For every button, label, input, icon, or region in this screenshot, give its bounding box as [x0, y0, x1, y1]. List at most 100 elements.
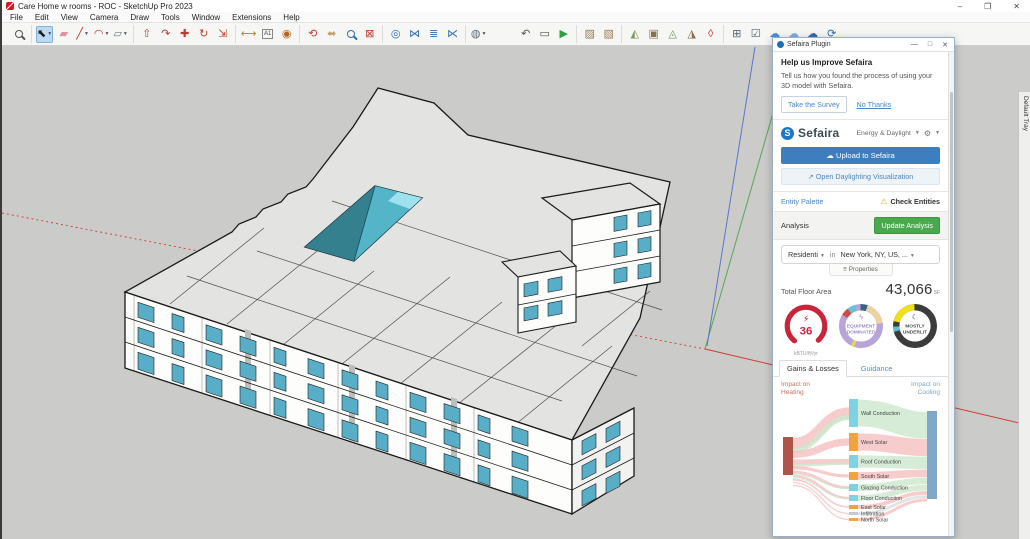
window[interactable]: [614, 241, 627, 257]
model-check-icon[interactable]: ☑: [747, 26, 764, 43]
menu-view[interactable]: View: [61, 13, 78, 22]
pan-tool-icon[interactable]: ⬌: [323, 26, 340, 43]
menu-help[interactable]: Help: [283, 13, 299, 22]
window[interactable]: [172, 364, 184, 385]
menu-file[interactable]: File: [10, 13, 23, 22]
layers-stack-tool-icon[interactable]: ≣: [425, 26, 442, 43]
sankey-node[interactable]: [849, 433, 858, 451]
user-account-icon[interactable]: ◍▼: [470, 26, 487, 43]
take-survey-button[interactable]: Take the Survey: [781, 96, 847, 113]
sankey-node[interactable]: [849, 399, 858, 427]
run-analysis-icon[interactable]: ▶: [555, 26, 572, 43]
window[interactable]: [548, 277, 562, 293]
sandbox-add-detail-icon[interactable]: ◮: [683, 26, 700, 43]
no-thanks-link[interactable]: No Thanks: [857, 100, 892, 109]
push-pull-tool-icon[interactable]: ⇧: [138, 26, 155, 43]
orbit-tool-icon[interactable]: ⟲: [304, 26, 321, 43]
rectangle-tool-icon[interactable]: ▱▼: [112, 26, 129, 43]
minimize-button[interactable]: –: [958, 2, 962, 11]
window[interactable]: [524, 305, 538, 321]
sandbox-drape-icon[interactable]: ◬: [664, 26, 681, 43]
building-type-dropdown[interactable]: Residenti ▼: [788, 250, 825, 259]
performance-gauges: ⚡36kBTU/ft²/yrϟEQUIPMENTDOMINATED☾MOSTLY…: [773, 300, 948, 357]
update-analysis-button[interactable]: Update Analysis: [874, 217, 940, 234]
menu-extensions[interactable]: Extensions: [232, 13, 271, 22]
dialog-window-icon[interactable]: ▭: [536, 26, 553, 43]
paint-bucket-tool-icon[interactable]: ◉: [278, 26, 295, 43]
lightning-icon: ⚡: [803, 313, 810, 324]
rotate-tool-icon[interactable]: ↻: [195, 26, 212, 43]
menu-draw[interactable]: Draw: [130, 13, 149, 22]
menu-tools[interactable]: Tools: [161, 13, 180, 22]
tab-guidance[interactable]: Guidance: [861, 361, 893, 376]
window[interactable]: [478, 465, 490, 486]
panel-scrollbar-thumb[interactable]: [950, 92, 953, 332]
text-tool-icon[interactable]: A1: [259, 26, 276, 43]
sankey-node[interactable]: [849, 495, 858, 501]
entity-palette-link[interactable]: Entity Palette: [781, 197, 823, 206]
section-plane-tool-icon[interactable]: ⋈: [406, 26, 423, 43]
location-dropdown[interactable]: New York, NY, US, ... ▼: [841, 250, 915, 259]
line-tool-icon[interactable]: ╱▼: [74, 26, 91, 43]
window[interactable]: [274, 397, 286, 418]
panel-maximize-button[interactable]: □: [928, 41, 932, 49]
sandbox-from-scratch-icon[interactable]: ▧: [600, 26, 617, 43]
window[interactable]: [638, 211, 651, 227]
window[interactable]: [524, 281, 538, 297]
sandbox-stamp-icon[interactable]: ▣: [645, 26, 662, 43]
section-fill-tool-icon[interactable]: ⋉: [444, 26, 461, 43]
svg-text:EQUIPMENT: EQUIPMENT: [846, 324, 875, 330]
select-tool-icon[interactable]: ⬉▼: [36, 26, 53, 43]
sefaira-panel-titlebar[interactable]: Sefaira Plugin — □ ✕: [773, 38, 954, 52]
follow-me-tool-icon[interactable]: ↷: [157, 26, 174, 43]
sankey-node[interactable]: [849, 505, 858, 509]
window[interactable]: [376, 431, 388, 452]
default-tray-tab[interactable]: Default Tray: [1018, 92, 1030, 539]
svg-text:DOMINATED: DOMINATED: [846, 330, 875, 336]
panel-scrollbar[interactable]: [948, 52, 954, 536]
sankey-node[interactable]: [849, 455, 858, 468]
maximize-button[interactable]: ❐: [984, 2, 991, 11]
scale-tool-icon[interactable]: ⇲: [214, 26, 231, 43]
undo-icon[interactable]: ↶: [517, 26, 534, 43]
upload-to-sefaira-button[interactable]: ☁ Upload to Sefaira: [781, 147, 940, 164]
zoom-extents-tool-icon[interactable]: ⊠: [361, 26, 378, 43]
sankey-node[interactable]: [849, 518, 858, 521]
sankey-node[interactable]: [849, 484, 858, 491]
menu-edit[interactable]: Edit: [35, 13, 49, 22]
window[interactable]: [638, 263, 651, 279]
gear-icon[interactable]: ⚙: [924, 129, 931, 138]
arc-tool-icon[interactable]: ◠▼: [93, 26, 110, 43]
eraser-tool-icon[interactable]: ▰: [55, 26, 72, 43]
publish-model-icon[interactable]: ⊞: [728, 26, 745, 43]
sankey-node[interactable]: [849, 512, 858, 515]
properties-button[interactable]: ≡ Properties: [829, 264, 893, 276]
heating-node[interactable]: [783, 437, 793, 475]
close-button[interactable]: ✕: [1013, 2, 1020, 11]
total-floor-area-label: Total Floor Area: [781, 287, 831, 296]
sandbox-from-contours-icon[interactable]: ▨: [581, 26, 598, 43]
window[interactable]: [614, 215, 627, 231]
move-tool-icon[interactable]: ✚: [176, 26, 193, 43]
zoom-tool-icon[interactable]: [342, 26, 359, 43]
cooling-node[interactable]: [927, 411, 937, 499]
menu-camera[interactable]: Camera: [90, 13, 118, 22]
window[interactable]: [614, 267, 627, 283]
menu-window[interactable]: Window: [192, 13, 220, 22]
daylight-gauge: ☾MOSTLYUNDERLIT: [888, 302, 942, 357]
tape-measure-tool-icon[interactable]: ⟷: [240, 26, 257, 43]
mode-dropdown[interactable]: Energy & Daylight: [857, 130, 911, 137]
classifier-tool-icon[interactable]: ◎: [387, 26, 404, 43]
tab-gains-losses[interactable]: Gains & Losses: [779, 360, 847, 377]
panel-minimize-button[interactable]: —: [911, 41, 918, 49]
check-entities-button[interactable]: Check Entities: [890, 197, 940, 206]
window[interactable]: [548, 301, 562, 317]
panel-close-button[interactable]: ✕: [942, 41, 948, 49]
sankey-node[interactable]: [849, 472, 858, 480]
sankey-node-label: East Solar: [861, 505, 886, 511]
open-daylighting-button[interactable]: ↗ Open Daylighting Visualization: [781, 168, 940, 185]
zoom-window-tool-icon[interactable]: [10, 26, 27, 43]
sandbox-smoove-icon[interactable]: ◭: [626, 26, 643, 43]
window[interactable]: [638, 237, 651, 253]
sandbox-flip-edge-icon[interactable]: ◊: [702, 26, 719, 43]
